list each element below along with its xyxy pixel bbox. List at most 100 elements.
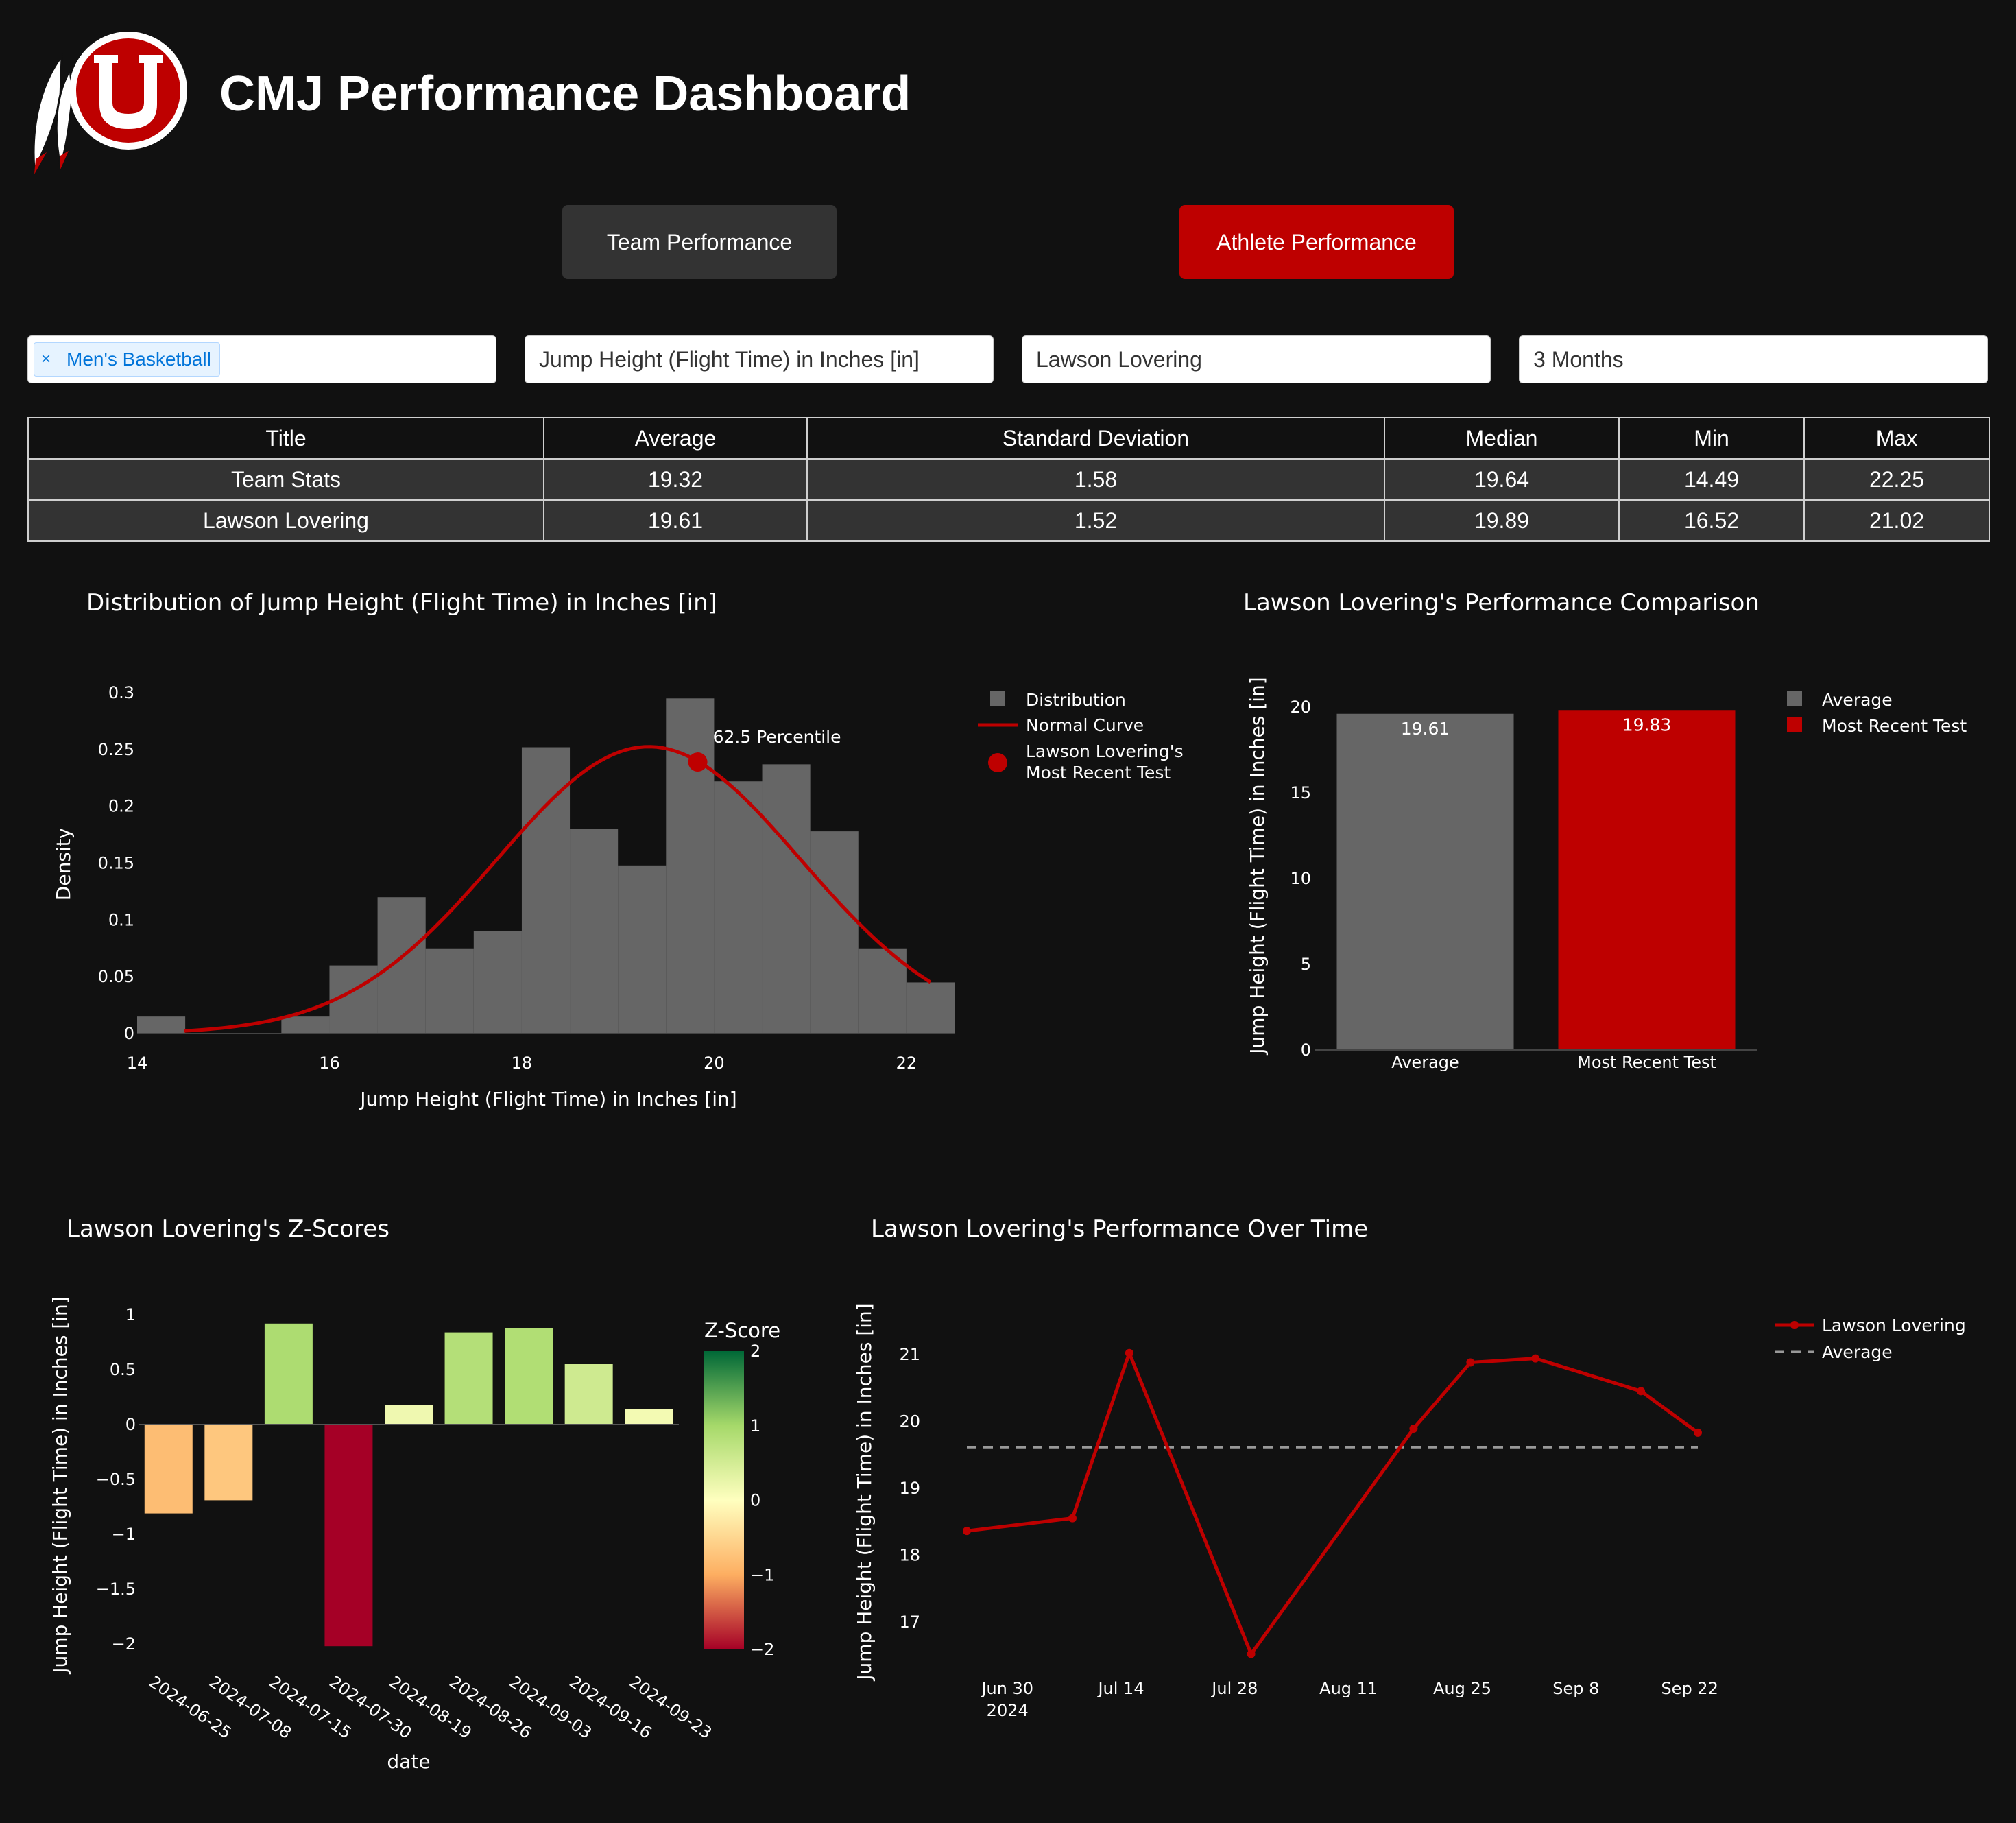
histogram-bar <box>137 1016 186 1034</box>
chart-title: Lawson Lovering's Performance Over Time <box>871 1215 1368 1243</box>
y-axis-label: Jump Height (Flight Time) in Inches [in] <box>1246 677 1269 1055</box>
x-tick-label: Most Recent Test <box>1577 1053 1716 1072</box>
x-tick-label: Average <box>1391 1053 1459 1072</box>
x-tick-label: 14 <box>127 1053 148 1073</box>
y-tick-label: 1 <box>125 1305 136 1324</box>
y-tick-label: 21 <box>899 1345 920 1364</box>
histogram-bar <box>666 698 715 1034</box>
zscore-bar <box>324 1425 373 1647</box>
chart-legend: Distribution Normal Curve Lawson Loverin… <box>978 690 1184 783</box>
chart-title: Lawson Lovering's Performance Comparison <box>1243 589 1760 617</box>
histogram-bar <box>281 1016 330 1034</box>
comparison-bar <box>1336 713 1514 1050</box>
colorbar-tick-label: 0 <box>750 1491 760 1510</box>
zscore-chart: Lawson Lovering's Z-Scores 2024-06-25202… <box>49 1215 780 1773</box>
x-tick-label: 22 <box>896 1053 917 1073</box>
comparison-bar <box>1558 710 1736 1050</box>
x-tick-year-label: 2024 <box>987 1701 1029 1720</box>
bar-value-label: 19.61 <box>1401 719 1450 739</box>
legend-swatch-marker <box>988 753 1007 772</box>
chart-title: Distribution of Jump Height (Flight Time… <box>86 589 717 617</box>
chart-legend: Lawson Lovering Average <box>1775 1315 1966 1362</box>
data-point <box>1068 1514 1077 1523</box>
colorbar-title: Z-Score <box>704 1319 780 1342</box>
y-tick-label: 0 <box>125 1415 136 1434</box>
legend-swatch-most-recent <box>1787 717 1802 732</box>
y-tick-label: 20 <box>1290 698 1311 717</box>
y-tick-label: 0.25 <box>98 740 134 759</box>
y-tick-label: 0.1 <box>108 910 134 929</box>
legend-label: Most Recent Test <box>1822 716 1967 736</box>
chart-legend: Average Most Recent Test <box>1787 690 1967 736</box>
data-point <box>1637 1387 1646 1396</box>
x-tick-label: Sep 8 <box>1552 1679 1599 1698</box>
y-tick-label: 0.05 <box>98 967 134 986</box>
data-point <box>1531 1354 1540 1363</box>
y-tick-label: 18 <box>899 1545 920 1564</box>
x-tick-label: 16 <box>319 1053 340 1073</box>
x-tick-label: Jul 14 <box>1096 1679 1144 1698</box>
histogram-bar <box>810 831 859 1034</box>
performance-over-time-chart: Lawson Lovering's Performance Over Time … <box>853 1215 1966 1720</box>
x-axis-label: date <box>387 1750 430 1773</box>
legend-label: Lawson Lovering <box>1822 1315 1966 1335</box>
bar-value-label: 19.83 <box>1622 715 1672 735</box>
y-tick-label: 0 <box>124 1024 134 1043</box>
y-tick-label: 0.15 <box>98 854 134 873</box>
y-tick-label: 5 <box>1301 955 1311 974</box>
data-point <box>1466 1358 1475 1367</box>
y-tick-label: 0.2 <box>108 797 134 816</box>
histogram-bar <box>714 781 763 1034</box>
data-point <box>963 1527 971 1536</box>
y-tick-label: 0.3 <box>108 683 134 702</box>
y-tick-label: −1.5 <box>96 1580 136 1599</box>
legend-swatch-distribution <box>990 691 1005 706</box>
legend-swatch-average <box>1787 691 1802 706</box>
legend-label: Lawson Lovering's <box>1026 741 1184 761</box>
x-tick-label: 20 <box>704 1053 725 1073</box>
zscore-bar <box>144 1425 193 1514</box>
legend-label: Average <box>1822 690 1893 710</box>
y-tick-label: 0 <box>1301 1040 1311 1060</box>
charts-canvas: Distribution of Jump Height (Flight Time… <box>49 589 1967 1773</box>
zscore-bar <box>505 1328 553 1425</box>
zscore-bar <box>625 1409 673 1425</box>
legend-label: Normal Curve <box>1026 715 1144 735</box>
zscore-bar <box>444 1332 493 1425</box>
histogram-bar <box>377 897 426 1034</box>
percentile-annotation: 62.5 Percentile <box>713 727 841 747</box>
legend-label: Average <box>1822 1342 1893 1362</box>
colorbar-tick-label: −1 <box>750 1565 774 1584</box>
legend-label: Most Recent Test <box>1026 763 1171 783</box>
x-tick-label: Jul 28 <box>1210 1679 1258 1698</box>
y-tick-label: 15 <box>1290 783 1311 802</box>
y-tick-label: 0.5 <box>110 1360 136 1379</box>
zscore-colorbar: Z-Score 2 1 0 −1 −2 <box>704 1319 780 1659</box>
comparison-chart: Lawson Lovering's Performance Comparison… <box>1243 589 1967 1072</box>
colorbar-gradient <box>704 1351 744 1649</box>
x-tick-label: Sep 22 <box>1661 1679 1718 1698</box>
y-axis-label: Density <box>52 828 75 901</box>
legend-label: Distribution <box>1026 690 1126 710</box>
y-tick-label: 19 <box>899 1479 920 1498</box>
legend-marker <box>1790 1321 1799 1329</box>
histogram-bar <box>425 948 474 1034</box>
colorbar-tick-label: 1 <box>750 1416 760 1435</box>
x-tick-label: Aug 11 <box>1319 1679 1378 1698</box>
zscore-bar <box>204 1425 253 1501</box>
y-axis-label: Jump Height (Flight Time) in Inches [in] <box>49 1296 71 1674</box>
x-tick-label: 18 <box>512 1053 533 1073</box>
data-point <box>1409 1424 1418 1433</box>
most-recent-test-marker <box>688 752 708 772</box>
chart-title: Lawson Lovering's Z-Scores <box>67 1215 389 1243</box>
data-point <box>1247 1649 1256 1658</box>
x-tick-label: Aug 25 <box>1433 1679 1491 1698</box>
data-point <box>1694 1428 1702 1437</box>
zscore-bar <box>385 1405 433 1425</box>
histogram-bar <box>473 931 522 1034</box>
y-tick-label: −1 <box>112 1525 136 1544</box>
athlete-series-line <box>966 1348 1699 1658</box>
histogram-bar <box>762 764 811 1034</box>
colorbar-tick-label: −2 <box>750 1640 774 1659</box>
y-tick-label: −0.5 <box>96 1470 136 1489</box>
